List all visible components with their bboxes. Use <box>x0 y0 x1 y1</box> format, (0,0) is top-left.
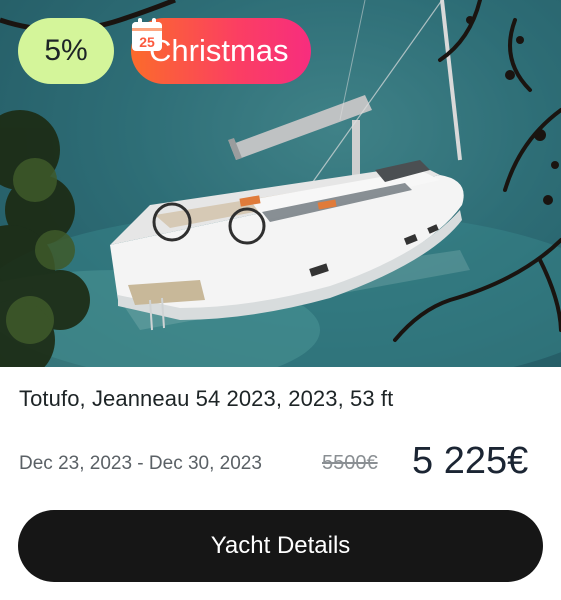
event-label: Christmas <box>149 33 289 68</box>
date-range: Dec 23, 2023 - Dec 30, 2023 <box>19 453 262 474</box>
svg-text:25: 25 <box>139 34 155 50</box>
yacht-card[interactable]: 5% 25 Christmas Totufo, Jeanneau 54 2023… <box>0 0 561 600</box>
current-price: 5 225€ <box>412 440 529 482</box>
yacht-photo[interactable]: 5% 25 Christmas <box>0 0 561 367</box>
yacht-title: Totufo, Jeanneau 54 2023, 2023, 53 ft <box>19 386 394 411</box>
old-price: 5500€ <box>322 452 378 474</box>
event-badge: 25 Christmas <box>131 18 311 84</box>
yacht-details-label: Yacht Details <box>210 532 351 559</box>
yacht-details-button[interactable]: Yacht Details <box>18 510 543 582</box>
calendar-icon: 25 <box>132 18 162 51</box>
discount-value: 5% <box>44 34 88 67</box>
discount-badge: 5% <box>18 18 114 84</box>
